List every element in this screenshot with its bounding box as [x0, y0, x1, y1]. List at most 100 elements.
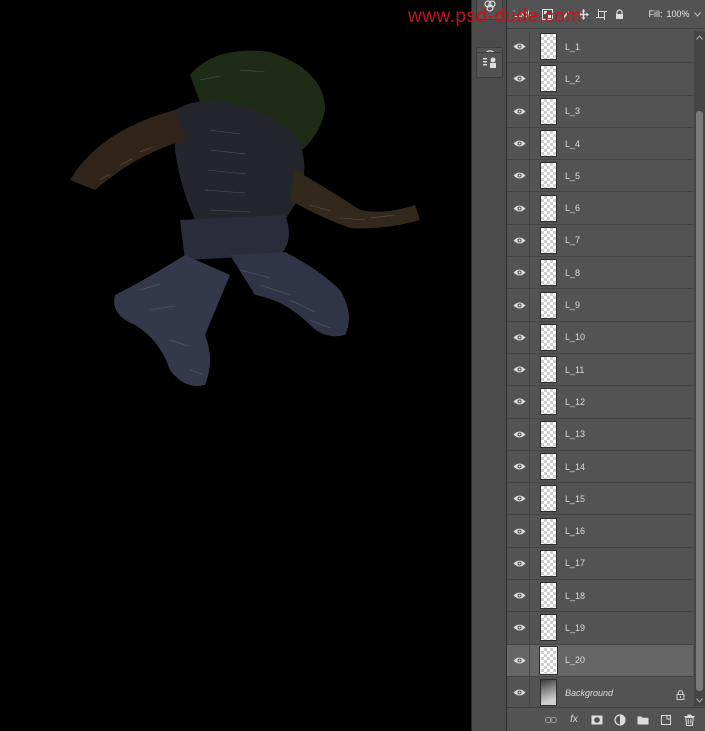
layer-row[interactable]: L_13	[507, 418, 693, 451]
layer-name[interactable]: L_18	[565, 591, 585, 601]
visibility-eye-icon[interactable]	[512, 623, 526, 633]
layer-name[interactable]: L_9	[565, 300, 580, 310]
layer-thumbnail[interactable]	[540, 614, 557, 642]
visibility-eye-icon[interactable]	[512, 106, 526, 116]
layer-thumbnail[interactable]	[540, 194, 557, 222]
layer-row[interactable]: L_12	[507, 386, 693, 419]
layer-thumbnail[interactable]	[540, 291, 557, 319]
layer-name[interactable]: L_14	[565, 462, 585, 472]
layer-name[interactable]: L_12	[565, 397, 585, 407]
visibility-eye-icon[interactable]	[512, 300, 526, 310]
layer-name[interactable]: L_8	[565, 268, 580, 278]
visibility-eye-icon[interactable]	[512, 558, 526, 568]
scroll-thumb[interactable]	[696, 111, 703, 691]
layer-name[interactable]: L_7	[565, 235, 580, 245]
layer-name[interactable]: L_10	[565, 332, 585, 342]
visibility-eye-icon[interactable]	[512, 655, 526, 665]
visibility-eye-icon[interactable]	[512, 42, 526, 52]
layer-thumbnail[interactable]	[540, 420, 557, 448]
layer-thumbnail[interactable]	[540, 517, 557, 545]
adjustment-layer-icon[interactable]	[614, 713, 626, 726]
visibility-eye-icon[interactable]	[512, 462, 526, 472]
layer-row[interactable]: L_17	[507, 547, 693, 581]
fill-dropdown-chevron-icon[interactable]	[693, 9, 701, 19]
layer-name[interactable]: L_3	[565, 106, 580, 116]
layer-thumbnail[interactable]	[539, 645, 558, 675]
layer-row[interactable]: L_14	[507, 450, 693, 484]
layer-thumbnail[interactable]	[540, 323, 557, 351]
layer-row[interactable]: L_5	[507, 160, 693, 193]
layer-name[interactable]: L_1	[565, 42, 580, 52]
layer-name[interactable]: L_2	[565, 74, 580, 84]
layer-row-background[interactable]: Background	[507, 676, 693, 709]
visibility-eye-icon[interactable]	[512, 74, 526, 84]
layer-name[interactable]: L_4	[565, 139, 580, 149]
visibility-eye-icon[interactable]	[512, 526, 526, 536]
layer-row[interactable]: L_15	[507, 483, 693, 516]
layer-name[interactable]: L_19	[565, 623, 585, 633]
fill-value[interactable]: 100%	[667, 9, 690, 19]
layer-name[interactable]: L_20	[565, 655, 585, 665]
layer-row[interactable]: L_11	[507, 353, 693, 387]
layer-name[interactable]: L_16	[565, 526, 585, 536]
layers-scrollbar[interactable]	[694, 31, 705, 706]
scroll-down-arrow-icon[interactable]	[695, 696, 704, 704]
layer-thumbnail[interactable]	[540, 162, 557, 190]
layer-row[interactable]: L_9	[507, 289, 693, 322]
layer-thumbnail[interactable]	[540, 549, 557, 577]
new-layer-icon[interactable]	[660, 714, 672, 726]
lock-all-icon[interactable]	[614, 8, 625, 20]
layer-name[interactable]: L_11	[565, 365, 584, 375]
visibility-eye-icon[interactable]	[512, 494, 526, 504]
visibility-eye-icon[interactable]	[512, 235, 526, 245]
lock-artboard-icon[interactable]	[595, 8, 607, 20]
link-layers-icon[interactable]	[545, 714, 557, 726]
layer-row[interactable]: L_1	[507, 31, 693, 64]
layer-thumbnail[interactable]	[540, 582, 557, 610]
layer-thumbnail[interactable]	[540, 97, 557, 125]
visibility-eye-icon[interactable]	[512, 203, 526, 213]
add-mask-icon[interactable]	[591, 714, 603, 726]
visibility-eye-icon[interactable]	[512, 429, 526, 439]
layer-row[interactable]: L_3	[507, 95, 693, 128]
visibility-eye-icon[interactable]	[512, 397, 526, 407]
layer-thumbnail[interactable]	[540, 388, 557, 416]
background-thumbnail[interactable]	[540, 679, 557, 707]
document-canvas[interactable]	[0, 0, 471, 731]
layer-thumbnail[interactable]	[540, 226, 557, 254]
visibility-eye-icon[interactable]	[512, 171, 526, 181]
visibility-eye-icon[interactable]	[512, 268, 526, 278]
layer-row[interactable]: L_4	[507, 127, 693, 161]
layer-name[interactable]: L_13	[565, 429, 585, 439]
scroll-up-arrow-icon[interactable]	[695, 33, 704, 41]
layer-row[interactable]: L_6	[507, 192, 693, 225]
layer-name[interactable]: L_6	[565, 203, 580, 213]
layer-row[interactable]: L_10	[507, 321, 693, 354]
layer-thumbnail[interactable]	[540, 356, 557, 384]
layer-name[interactable]: L_15	[565, 494, 585, 504]
layer-thumbnail[interactable]	[540, 259, 557, 287]
layer-row[interactable]: L_20	[507, 644, 693, 677]
layer-thumbnail[interactable]	[540, 485, 557, 513]
layer-thumbnail[interactable]	[540, 453, 557, 480]
visibility-eye-icon[interactable]	[512, 688, 526, 698]
layer-row[interactable]: L_18	[507, 580, 693, 613]
layer-row[interactable]: L_16	[507, 515, 693, 548]
visibility-eye-icon[interactable]	[512, 365, 526, 375]
visibility-eye-icon[interactable]	[512, 332, 526, 342]
layer-thumbnail[interactable]	[540, 33, 557, 61]
layer-name[interactable]: L_5	[565, 171, 580, 181]
layer-row[interactable]: L_2	[507, 63, 693, 96]
new-group-icon[interactable]	[637, 714, 649, 726]
layer-row[interactable]: L_19	[507, 612, 693, 645]
visibility-eye-icon[interactable]	[512, 591, 526, 601]
visibility-eye-icon[interactable]	[512, 139, 526, 149]
layer-thumbnail[interactable]	[540, 130, 557, 158]
layer-row[interactable]: L_7	[507, 224, 693, 258]
add-style-icon[interactable]: fx	[568, 714, 580, 726]
layer-name[interactable]: L_17	[565, 558, 585, 568]
layer-row[interactable]: L_8	[507, 257, 693, 290]
clone-source-panel-button[interactable]	[476, 52, 503, 78]
delete-layer-icon[interactable]	[683, 714, 695, 726]
layer-thumbnail[interactable]	[540, 65, 557, 93]
